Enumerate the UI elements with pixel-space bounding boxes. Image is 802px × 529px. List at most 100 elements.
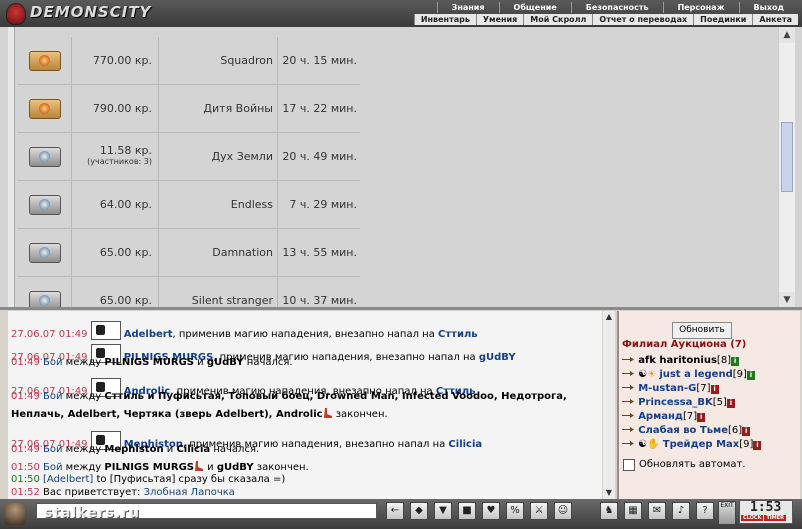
exit-button[interactable]: EXIT [718, 501, 736, 525]
friends-button[interactable]: ♥ [482, 502, 500, 520]
panel-divider[interactable] [0, 307, 802, 310]
info-icon[interactable]: i [742, 427, 751, 436]
menu-security[interactable]: Безопасность [570, 2, 663, 13]
info-icon[interactable]: i [710, 385, 719, 394]
smiles-button[interactable]: ☺ [554, 502, 572, 520]
watermark: stalkers.ru [44, 505, 141, 521]
auto-refresh-label: Обновлять автомат. [639, 459, 746, 470]
refresh-button[interactable]: Обновить [672, 322, 732, 339]
lot-name: Squadron [220, 54, 273, 67]
silver-scroll-icon[interactable] [29, 291, 61, 308]
help-icon[interactable]: ? [696, 502, 714, 520]
chat-line: 01:50 Бой между PILNIGS MURGS и gUdBY за… [11, 461, 309, 473]
save-log-button[interactable]: ■ [458, 502, 476, 520]
info-icon[interactable]: i [746, 371, 755, 380]
lot-participants: (участников: 3) [87, 157, 152, 166]
menu-character[interactable]: Персонаж [662, 2, 739, 13]
auction-table: 770.00 кр. Squadron 20 ч. 15 мин. 790.00… [18, 27, 360, 308]
chat-scrollbar[interactable]: ▲ ▼ [603, 311, 615, 499]
info-icon[interactable]: i [697, 413, 706, 422]
yin-yang-icon: ☯ [638, 369, 648, 380]
fight-button[interactable]: ⚔ [530, 502, 548, 520]
table-row[interactable]: 11.58 кр. (участников: 3) Дух Земли 20 ч.… [18, 133, 360, 181]
chat-log: 27.06.07 01:49 Adelbert, применив магию … [8, 311, 602, 499]
mail-icon[interactable]: ✉ [648, 502, 666, 520]
chat-line: 01:49 Бой между Сттиль и Пуфисьтая, Топо… [11, 391, 567, 402]
menu-my-scroll[interactable]: Мой Скролл [523, 14, 592, 25]
player-name[interactable]: Adelbert [124, 329, 173, 340]
menu-profile[interactable]: Анкета [752, 14, 798, 25]
sound-icon[interactable]: ♪ [672, 502, 690, 520]
gold-scroll-icon[interactable] [29, 99, 61, 119]
menu-communication[interactable]: Общение [498, 2, 571, 13]
info-icon[interactable]: i [731, 357, 740, 366]
menu-exit[interactable]: Выход [738, 2, 798, 13]
user-row: ☯☀ just a legend[9] i [621, 369, 755, 383]
right-frame [795, 27, 802, 308]
clock-time: 1:53 [750, 500, 782, 515]
auto-refresh-checkbox[interactable] [623, 459, 635, 471]
filter-button[interactable]: ▼ [434, 502, 452, 520]
silver-scroll-icon[interactable] [29, 243, 61, 263]
scroll-down-icon[interactable]: ▼ [779, 292, 795, 308]
user-row: Арманд[7] i [621, 411, 706, 425]
sword-icon[interactable] [621, 425, 635, 434]
walk-icon[interactable]: ♞ [600, 502, 618, 520]
lot-price: 11.58 кр. [99, 144, 152, 157]
menu-transfer-report[interactable]: Отчет о переводах [592, 14, 693, 25]
table-row[interactable]: 65.00 кр. Damnation 13 ч. 55 мин. [18, 229, 360, 277]
table-row[interactable]: 770.00 кр. Squadron 20 ч. 15 мин. [18, 37, 360, 85]
menu-duels[interactable]: Поединки [693, 14, 752, 25]
lot-price: 770.00 кр. [92, 54, 152, 67]
translit-button[interactable]: % [506, 502, 524, 520]
chat-line: 01:50 [Adelbert] to [Пуфисьтая] сразу бы… [11, 474, 286, 485]
boot-icon [323, 408, 332, 418]
claw-icon: ✋ [647, 439, 660, 450]
sword-icon[interactable] [621, 397, 635, 406]
gold-scroll-icon[interactable] [29, 51, 61, 71]
sword-icon[interactable] [621, 369, 635, 378]
lot-time: 20 ч. 15 мин. [282, 54, 357, 67]
chat-line: 01:52 Вас приветствует: Злобная Лапочка [11, 487, 235, 498]
sun-icon: ☀ [647, 369, 657, 380]
scroll-up-icon[interactable]: ▲ [603, 311, 615, 323]
scrollbar-thumb[interactable] [781, 122, 793, 192]
scroll-up-icon[interactable]: ▲ [779, 27, 795, 43]
user-row: Слабая во Тьме[6] i [621, 425, 751, 439]
sword-icon[interactable] [621, 439, 635, 448]
silver-scroll-icon[interactable] [29, 147, 61, 167]
lot-name: Endless [230, 198, 273, 211]
lot-time: 10 ч. 37 мин. [282, 294, 357, 307]
map-icon[interactable]: ▦ [624, 502, 642, 520]
lot-time: 20 ч. 49 мин. [282, 150, 357, 163]
lot-price: 65.00 кр. [99, 294, 152, 307]
user-row: M-ustan-G[7] i [621, 383, 719, 397]
info-icon[interactable]: i [726, 399, 735, 408]
table-row[interactable]: 790.00 кр. Дитя Войны 17 ч. 22 мин. [18, 85, 360, 133]
send-button[interactable]: ← [386, 502, 404, 520]
clear-chat-button[interactable]: ◆ [410, 502, 428, 520]
auction-scrollbar[interactable]: ▲ ▼ [778, 27, 795, 308]
boot-icon [195, 461, 203, 471]
lot-name: Damnation [212, 246, 273, 259]
menu-knowledge[interactable]: Знания [436, 2, 499, 13]
sword-icon[interactable] [621, 383, 635, 392]
table-row[interactable]: 64.00 кр. Endless 7 ч. 29 мин. [18, 181, 360, 229]
sub-menu: Инвентарь Умения Мой Скролл Отчет о пере… [413, 14, 798, 25]
info-icon[interactable]: i [753, 441, 762, 450]
silver-scroll-icon[interactable] [29, 195, 61, 215]
lot-time: 7 ч. 29 мин. [289, 198, 357, 211]
location-panel: Обновить Филиал Аукциона (7) afk hariton… [617, 311, 800, 499]
sword-icon[interactable] [621, 411, 635, 420]
attack-scroll-icon[interactable] [90, 321, 121, 340]
scroll-down-icon[interactable]: ▼ [603, 487, 615, 499]
sword-icon[interactable] [621, 355, 635, 364]
logo-emblem-icon [6, 3, 26, 25]
lot-price: 790.00 кр. [92, 102, 152, 115]
table-row[interactable]: 65.00 кр. Silent stranger 10 ч. 37 мин. [18, 277, 360, 308]
lot-name: Дитя Войны [203, 102, 273, 115]
menu-inventory[interactable]: Инвентарь [413, 14, 476, 25]
lot-name: Silent stranger [191, 294, 273, 307]
menu-skills[interactable]: Умения [475, 14, 523, 25]
character-avatar[interactable] [5, 503, 25, 525]
